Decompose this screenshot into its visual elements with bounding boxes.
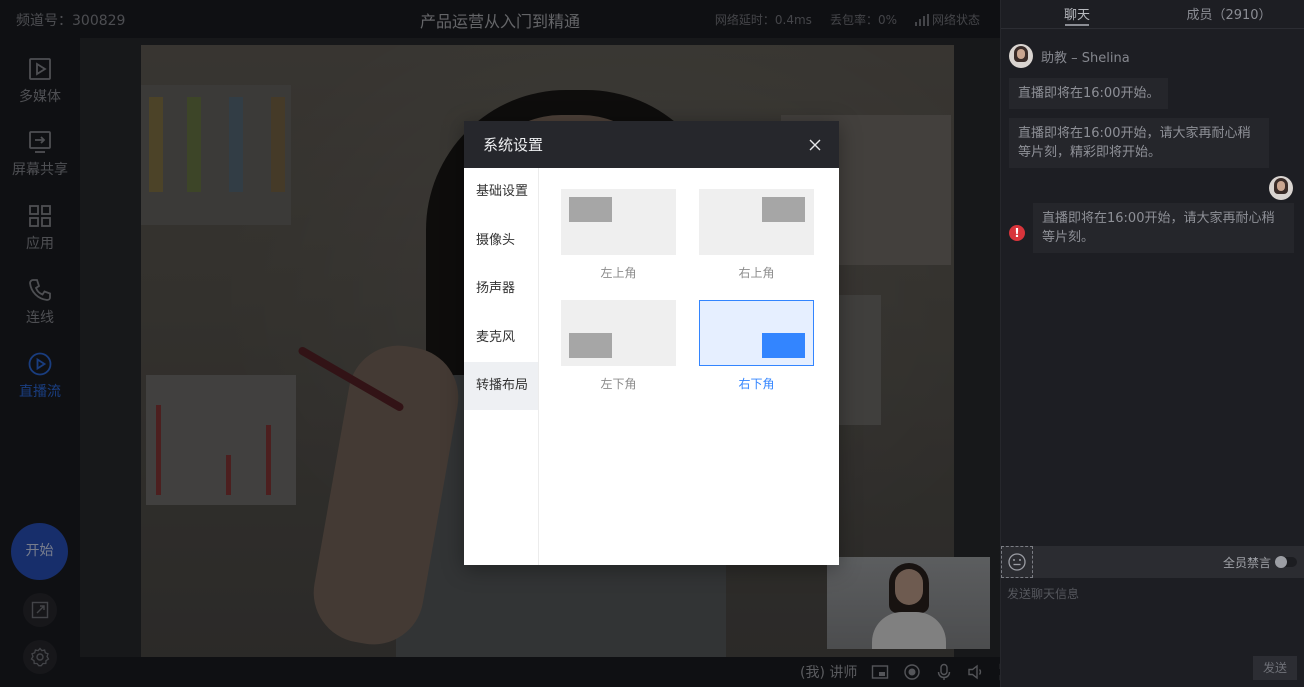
dialog-header: 系统设置 (464, 121, 839, 168)
layout-label-top-left: 左上角 (600, 266, 637, 280)
tab-chat[interactable]: 聊天 (1001, 0, 1153, 26)
layout-top-right[interactable] (699, 189, 814, 255)
menu-item-microphone[interactable]: 麦克风 (464, 314, 538, 362)
layout-preview-block (762, 197, 805, 222)
layout-label-bottom-left: 左下角 (600, 377, 637, 391)
layout-preview-block (762, 333, 805, 358)
chat-message: 直播即将在16:00开始，请大家再耐心稍等片刻，精彩即将开始。 (1009, 118, 1269, 168)
chat-tabs: 聊天 成员（2910） (1001, 0, 1304, 26)
message-sender: 助教 – Shelina (1009, 44, 1130, 68)
layout-preview-block (569, 197, 612, 222)
avatar (1009, 44, 1033, 68)
layout-top-left[interactable] (561, 189, 676, 255)
mute-all-label: 全员禁言 (1222, 556, 1271, 570)
tabs-divider (1001, 28, 1304, 29)
layout-preview-block (569, 333, 612, 358)
chat-input[interactable] (1007, 584, 1297, 604)
chat-panel: 聊天 成员（2910） 助教 – Shelina 直播即将在16:00开始。 直… (1000, 0, 1304, 687)
chat-toolbar: 全员禁言 (1001, 546, 1304, 578)
layout-label-top-right: 右上角 (738, 266, 775, 280)
close-icon (809, 139, 821, 151)
emoji-icon (1008, 553, 1026, 571)
mute-all-toggle[interactable] (1275, 556, 1297, 568)
send-failed-icon[interactable]: ! (1009, 225, 1025, 241)
send-button[interactable]: 发送 (1253, 656, 1297, 680)
tab-members[interactable]: 成员（2910） (1153, 0, 1304, 26)
menu-item-basic[interactable]: 基础设置 (464, 168, 538, 216)
layout-label-bottom-right: 右下角 (738, 377, 775, 391)
chat-message: 直播即将在16:00开始。 (1009, 78, 1169, 109)
menu-item-camera[interactable]: 摄像头 (464, 217, 538, 265)
close-button[interactable] (805, 135, 825, 155)
system-settings-dialog: 系统设置 基础设置 摄像头 扬声器 麦克风 转播布局 左上角 右上角 左下角 右… (464, 121, 839, 565)
menu-item-relay-layout[interactable]: 转播布局 (464, 362, 538, 410)
app-root: 频道号：300829 产品运营从入门到精通 网络延时：0.4ms 丢包率：0% … (0, 0, 1304, 687)
sender-name: 助教 – Shelina (1041, 50, 1130, 66)
avatar-self (1269, 176, 1293, 200)
chat-message-self: 直播即将在16:00开始，请大家再耐心稍等片刻。 (1033, 203, 1294, 253)
menu-item-speaker[interactable]: 扬声器 (464, 265, 538, 313)
settings-menu: 基础设置 摄像头 扬声器 麦克风 转播布局 (464, 168, 539, 565)
emoji-button[interactable] (1001, 546, 1033, 578)
layout-bottom-left[interactable] (561, 300, 676, 366)
layout-options: 左上角 右上角 左下角 右下角 (540, 168, 839, 565)
dialog-title: 系统设置 (483, 136, 544, 154)
layout-bottom-right[interactable] (699, 300, 814, 366)
